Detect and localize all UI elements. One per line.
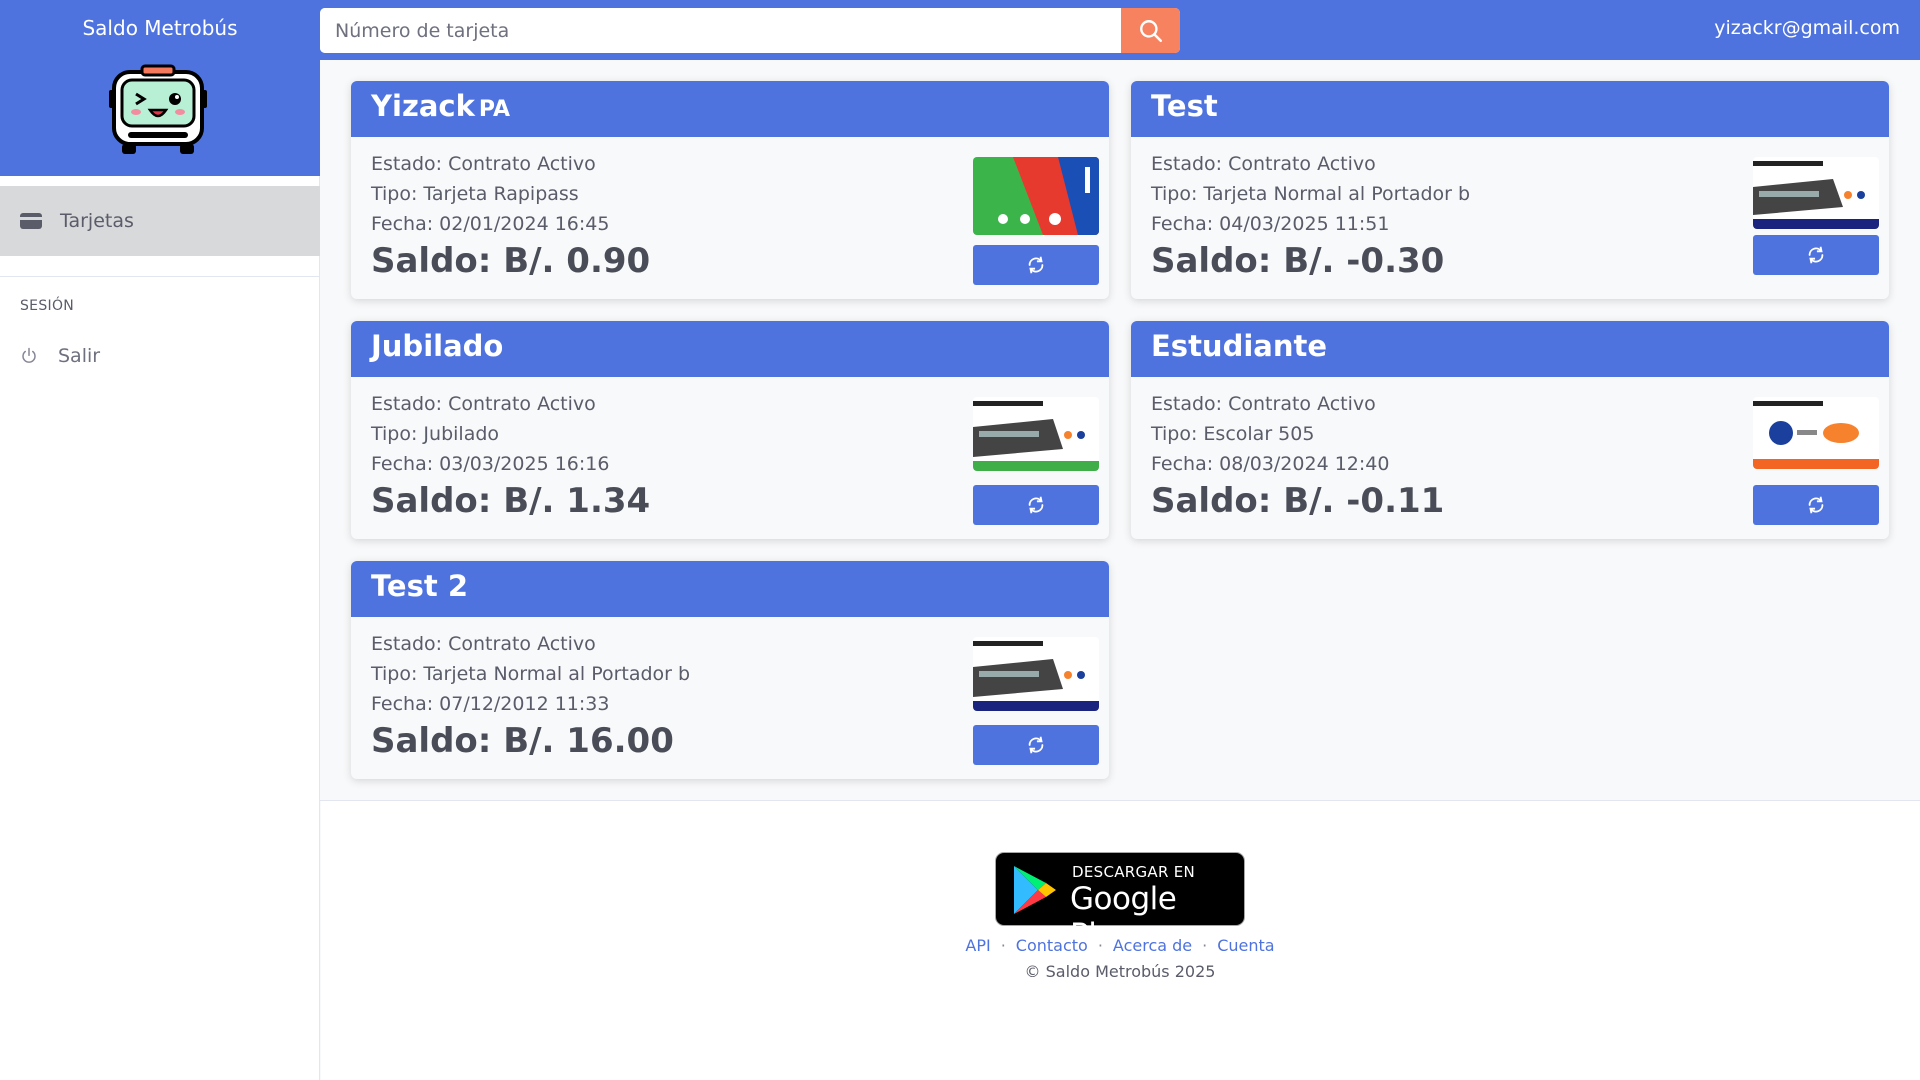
link-separator: · <box>1202 936 1208 955</box>
card-name: Jubilado <box>371 329 504 363</box>
rapipass-card-image <box>973 157 1099 235</box>
card-item: Test Estado: Contrato Activo Tipo: Tarje… <box>1131 81 1889 299</box>
card-header: Test 2 <box>351 561 1109 617</box>
card-item: Yizack PA Estado: Contrato Activo Tipo: T… <box>351 81 1109 299</box>
card-suffix: PA <box>478 97 511 122</box>
credit-card-icon <box>20 213 42 229</box>
refresh-button[interactable] <box>973 245 1099 285</box>
sidebar-item-label: Salir <box>58 345 101 367</box>
card-number-search <box>320 8 1180 53</box>
sidebar-divider <box>0 276 320 277</box>
footer-links: API · Contacto · Acerca de · Cuenta <box>0 936 1920 955</box>
jubilado-card-image <box>973 397 1099 471</box>
card-item: Jubilado Estado: Contrato Activo Tipo: J… <box>351 321 1109 539</box>
google-play-icon <box>1014 866 1056 914</box>
sidebar-item-tarjetas[interactable]: Tarjetas <box>0 186 320 256</box>
card-body: Estado: Contrato Activo Tipo: Escolar 50… <box>1131 377 1889 533</box>
card-name: Estudiante <box>1151 329 1328 363</box>
escolar-card-image <box>1753 397 1879 469</box>
normal-card-image <box>1753 157 1879 229</box>
refresh-icon <box>1808 246 1824 264</box>
card-header: Jubilado <box>351 321 1109 377</box>
refresh-icon <box>1028 496 1044 514</box>
brand-area: Saldo Metrobús <box>0 0 320 176</box>
search-icon <box>1139 19 1162 42</box>
refresh-button[interactable] <box>1753 485 1879 525</box>
sidebar-item-salir[interactable]: Salir <box>0 336 320 376</box>
card-name: Yizack <box>371 89 475 123</box>
sidebar-section-heading: SESIÓN <box>20 298 75 314</box>
footer-link-acerca[interactable]: Acerca de <box>1113 936 1192 955</box>
user-email[interactable]: yizackr@gmail.com <box>1714 17 1900 39</box>
card-header: Test <box>1131 81 1889 137</box>
power-icon <box>22 347 36 363</box>
refresh-button[interactable] <box>973 725 1099 765</box>
link-separator: · <box>1097 936 1103 955</box>
card-item: Estudiante Estado: Contrato Activo Tipo:… <box>1131 321 1889 539</box>
badge-small-text: DESCARGAR EN <box>1072 863 1196 881</box>
card-body: Estado: Contrato Activo Tipo: Tarjeta No… <box>1131 137 1889 293</box>
copyright: © Saldo Metrobús 2025 <box>1024 962 1216 981</box>
card-item: Test 2 Estado: Contrato Activo Tipo: Tar… <box>351 561 1109 779</box>
card-body: Estado: Contrato Activo Tipo: Jubilado F… <box>351 377 1109 533</box>
card-header: Estudiante <box>1131 321 1889 377</box>
refresh-icon <box>1028 256 1044 274</box>
card-body: Estado: Contrato Activo Tipo: Tarjeta Ra… <box>351 137 1109 293</box>
search-button[interactable] <box>1121 8 1180 53</box>
bus-mascot-logo <box>109 64 207 154</box>
search-input[interactable] <box>320 8 1120 53</box>
card-name: Test 2 <box>371 569 468 603</box>
sidebar-item-label: Tarjetas <box>60 210 134 232</box>
card-body: Estado: Contrato Activo Tipo: Tarjeta No… <box>351 617 1109 773</box>
footer-link-api[interactable]: API <box>965 936 990 955</box>
normal-card-image <box>973 637 1099 711</box>
refresh-icon <box>1808 496 1824 514</box>
google-play-badge[interactable]: DESCARGAR EN Google Play <box>995 852 1245 953</box>
card-header: Yizack PA <box>351 81 1109 137</box>
link-separator: · <box>1000 936 1006 955</box>
card-name: Test <box>1151 89 1218 123</box>
refresh-icon <box>1028 736 1044 754</box>
app-title: Saldo Metrobús <box>82 16 238 40</box>
refresh-button[interactable] <box>973 485 1099 525</box>
footer-link-contacto[interactable]: Contacto <box>1016 936 1088 955</box>
footer-link-cuenta[interactable]: Cuenta <box>1217 936 1274 955</box>
refresh-button[interactable] <box>1753 235 1879 275</box>
